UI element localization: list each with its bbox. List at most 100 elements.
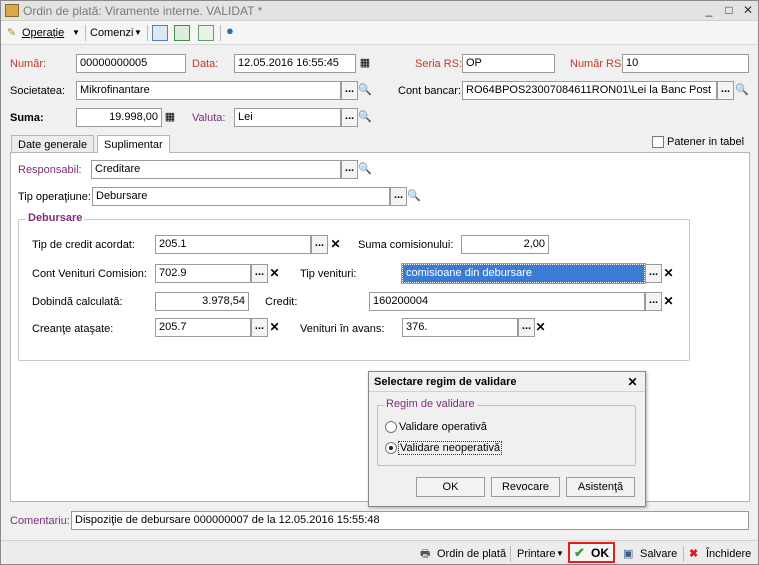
- seria-rs-label: Seria RS:: [415, 58, 463, 70]
- radio-validare-neoperativa[interactable]: [385, 442, 397, 454]
- societatea-label: Societatea:: [10, 85, 66, 97]
- main-window: Ordin de plată: Viramente interne. VALID…: [0, 0, 759, 565]
- ordin-de-plata-button[interactable]: Ordin de plată: [437, 546, 506, 562]
- societatea-field[interactable]: Mikrofinantare: [76, 81, 341, 100]
- cont-bancar-field[interactable]: RO64BPOS23007084611RON01\Lei la Banc Pos…: [462, 81, 717, 100]
- clear-icon[interactable]: ✕: [533, 318, 548, 337]
- numar-label: Număr:: [10, 58, 47, 70]
- clear-icon[interactable]: ✕: [328, 235, 343, 254]
- suma-field[interactable]: 19.998,00: [76, 108, 162, 127]
- tip-credit-label: Tip de credit acordat:: [32, 239, 135, 251]
- comentariu-label: Comentariu:: [10, 515, 70, 527]
- refresh-icon[interactable]: [174, 25, 190, 41]
- search-icon[interactable]: 🔍: [357, 160, 373, 179]
- societatea-browse-button[interactable]: ...: [341, 81, 358, 100]
- cont-bancar-browse-button[interactable]: ...: [717, 81, 734, 100]
- chat-icon[interactable]: ●: [226, 23, 234, 39]
- suma-label: Suma:: [10, 112, 44, 124]
- credit-browse-button[interactable]: ...: [645, 292, 662, 311]
- tip-venituri-browse-button[interactable]: ...: [645, 264, 662, 283]
- clear-icon[interactable]: ✕: [661, 264, 676, 283]
- printer-icon: 🖶: [420, 548, 431, 560]
- close-icon[interactable]: ✕: [625, 373, 640, 391]
- toolbar-separator: [85, 25, 86, 41]
- comentariu-field[interactable]: Dispoziţie de debursare 000000007 de la …: [71, 511, 749, 530]
- numar-field[interactable]: 00000000005: [76, 54, 186, 73]
- radio-validare-operativa[interactable]: [385, 421, 397, 433]
- tip-venituri-field[interactable]: comisioane din debursare: [401, 263, 646, 284]
- chevron-down-icon[interactable]: ▼: [134, 25, 142, 41]
- creante-label: Creanţe ataşate:: [32, 323, 114, 335]
- tip-operatiune-label: Tip operaţiune:: [18, 191, 91, 203]
- bottom-bar: 🖶 Ordin de plată Printare ▼ ✔ OK ▣ Salva…: [1, 540, 758, 564]
- search-icon[interactable]: 🔍: [734, 81, 750, 100]
- title-bar: Ordin de plată: Viramente interne. VALID…: [1, 1, 758, 21]
- regim-group: [377, 405, 636, 466]
- calculator-icon[interactable]: ▦: [162, 108, 178, 127]
- responsabil-browse-button[interactable]: ...: [341, 160, 358, 179]
- validare-operativa-label: Validare operativă: [399, 421, 487, 433]
- close-icon: ✖: [689, 548, 699, 560]
- chevron-down-icon[interactable]: ▼: [556, 546, 564, 562]
- search-icon[interactable]: 🔍: [357, 81, 373, 100]
- suma-comision-field[interactable]: 2,00: [461, 235, 549, 254]
- data-field[interactable]: 12.05.2016 16:55:45: [234, 54, 356, 73]
- creante-browse-button[interactable]: ...: [251, 318, 268, 337]
- valuta-browse-button[interactable]: ...: [341, 108, 358, 127]
- revocare-button[interactable]: Revocare: [491, 477, 560, 497]
- document-icon[interactable]: [152, 25, 168, 41]
- bottom-separator: [683, 546, 684, 562]
- credit-field[interactable]: 160200004: [369, 292, 645, 311]
- search-icon[interactable]: 🔍: [357, 108, 373, 127]
- tip-credit-browse-button[interactable]: ...: [311, 235, 328, 254]
- tip-operatiune-browse-button[interactable]: ...: [390, 187, 407, 206]
- tip-operatiune-field[interactable]: Debursare: [92, 187, 390, 206]
- comenzi-menu[interactable]: Comenzi: [90, 25, 133, 41]
- asistenta-button[interactable]: Asistenţă: [566, 477, 635, 497]
- toolbar-separator: [147, 25, 148, 41]
- credit-label: Credit:: [265, 296, 298, 308]
- operatie-menu[interactable]: Operaţie: [22, 25, 64, 41]
- search-icon[interactable]: 🔍: [406, 187, 422, 206]
- salvare-button[interactable]: Salvare: [640, 546, 677, 562]
- validare-neoperativa-label: Validare neoperativă: [398, 441, 503, 455]
- tab-suplimentar[interactable]: Suplimentar: [97, 135, 170, 153]
- venituri-avans-field[interactable]: 376.: [402, 318, 518, 337]
- dobanda-field[interactable]: 3.978,54: [155, 292, 249, 311]
- validation-dialog: Selectare regim de validare ✕ Regim de v…: [368, 371, 646, 507]
- dobanda-label: Dobindă calculată:: [32, 296, 123, 308]
- suma-comision-label: Suma comisionului:: [358, 239, 454, 251]
- patener-checkbox[interactable]: [652, 136, 664, 148]
- creante-field[interactable]: 205.7: [155, 318, 251, 337]
- numar-rs-field[interactable]: 10: [622, 54, 749, 73]
- close-button[interactable]: ✕: [740, 3, 756, 18]
- bottom-separator: [510, 546, 511, 562]
- maximize-button[interactable]: □: [721, 3, 737, 18]
- add-document-icon[interactable]: [198, 25, 214, 41]
- ok-dialog-button[interactable]: OK: [416, 477, 485, 497]
- printare-button[interactable]: Printare: [517, 546, 556, 562]
- valuta-field[interactable]: Lei: [234, 108, 341, 127]
- cont-venituri-browse-button[interactable]: ...: [251, 264, 268, 283]
- data-label: Data:: [192, 58, 219, 70]
- responsabil-label: Responsabil:: [18, 164, 82, 176]
- regim-group-title: Regim de validare: [384, 398, 477, 410]
- seria-rs-field[interactable]: OP: [462, 54, 555, 73]
- app-icon: [5, 4, 19, 17]
- inchidere-button[interactable]: Închidere: [706, 546, 751, 562]
- responsabil-field[interactable]: Creditare: [91, 160, 341, 179]
- clear-icon[interactable]: ✕: [267, 264, 282, 283]
- cont-venituri-field[interactable]: 702.9: [155, 264, 251, 283]
- minimize-button[interactable]: _: [701, 3, 717, 18]
- toolbar: ✎ Operaţie ▼ Comenzi ▼ ●: [1, 21, 758, 45]
- calendar-icon[interactable]: ▦: [357, 54, 373, 73]
- clear-icon[interactable]: ✕: [267, 318, 282, 337]
- check-icon: ✔: [574, 545, 585, 560]
- venituri-avans-label: Venituri în avans:: [300, 323, 385, 335]
- debursare-title: Debursare: [26, 212, 85, 224]
- chevron-down-icon[interactable]: ▼: [72, 25, 80, 41]
- tip-credit-field[interactable]: 205.1: [155, 235, 311, 254]
- ok-button[interactable]: ✔ OK: [568, 542, 615, 563]
- clear-icon[interactable]: ✕: [661, 292, 676, 311]
- toolbar-separator: [220, 25, 221, 41]
